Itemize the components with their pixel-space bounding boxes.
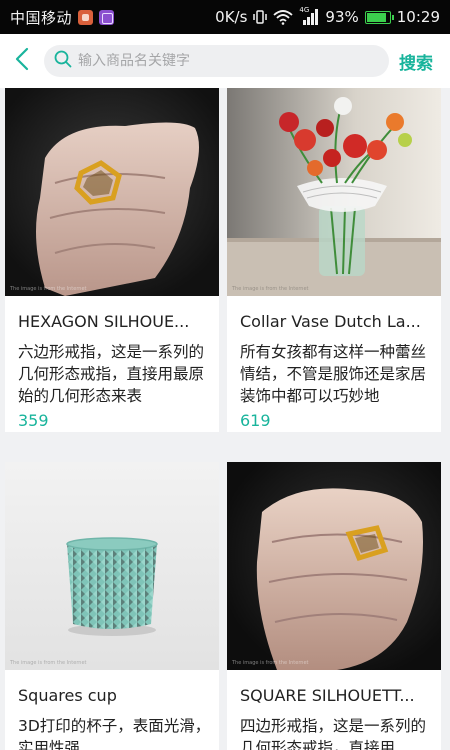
- product-description: 六边形戒指，这是一系列的几何形态戒指，直接用最原始的几何形态来表: [18, 343, 205, 405]
- product-card[interactable]: The image is from the Internet Squares c…: [5, 462, 219, 750]
- product-description: 所有女孩都有这样一种蕾丝情结，不管是服饰还是家居装饰中都可以巧妙地: [240, 343, 427, 405]
- network-type: 4G: [299, 6, 310, 14]
- product-description: 3D打印的杯子，表面光滑，实用性强: [18, 717, 211, 750]
- vibrate-icon: [253, 9, 268, 25]
- network-speed: 0K/s: [215, 8, 248, 26]
- watermark: The image is from the Internet: [10, 286, 87, 292]
- watermark: The image is from the Internet: [10, 660, 87, 666]
- product-price: 359: [18, 411, 49, 430]
- back-button[interactable]: [0, 34, 44, 88]
- battery-icon: [364, 10, 394, 24]
- product-image-vase: The image is from the Internet: [227, 88, 441, 296]
- product-title: SQUARE SILHOUETT...: [240, 686, 415, 705]
- product-image-cup: The image is from the Internet: [5, 462, 219, 670]
- battery-level-fill: [366, 12, 387, 22]
- notification-app-icon: [78, 9, 94, 25]
- watermark: The image is from the Internet: [232, 286, 309, 292]
- wifi-icon: [273, 9, 294, 25]
- cellular-signal-icon: 4G: [299, 6, 319, 25]
- gallery-notification-icon: [99, 9, 115, 25]
- clock: 10:29: [396, 8, 440, 26]
- search-header: 搜索: [0, 34, 450, 88]
- chevron-left-icon: [15, 47, 29, 75]
- product-title: Squares cup: [18, 686, 117, 705]
- search-icon: [54, 50, 72, 72]
- search-button[interactable]: 搜索: [399, 49, 433, 74]
- status-bar: 中国移动 0K/s 4G 93% 10:29: [0, 0, 450, 34]
- battery-percent: 93%: [325, 8, 359, 26]
- product-title: HEXAGON SILHOUE...: [18, 312, 190, 331]
- product-image-square-ring: The image is from the Internet: [227, 462, 441, 670]
- carrier-name: 中国移动: [10, 8, 73, 27]
- product-description: 四边形戒指，这是一系列的几何形态戒指，直接用: [240, 717, 427, 750]
- product-title: Collar Vase Dutch La...: [240, 312, 421, 331]
- watermark: The image is from the Internet: [232, 660, 309, 666]
- status-right-group: 0K/s 4G 93% 10:29: [215, 6, 440, 26]
- product-card[interactable]: The image is from the Internet Collar Va…: [227, 88, 441, 432]
- product-price: 619: [240, 411, 271, 430]
- search-box[interactable]: [44, 45, 389, 77]
- search-input[interactable]: [78, 53, 368, 69]
- product-card[interactable]: The image is from the Internet HEXAGON S…: [5, 88, 219, 432]
- product-card[interactable]: The image is from the Internet SQUARE SI…: [227, 462, 441, 750]
- product-image-hexagon-ring: The image is from the Internet: [5, 88, 219, 296]
